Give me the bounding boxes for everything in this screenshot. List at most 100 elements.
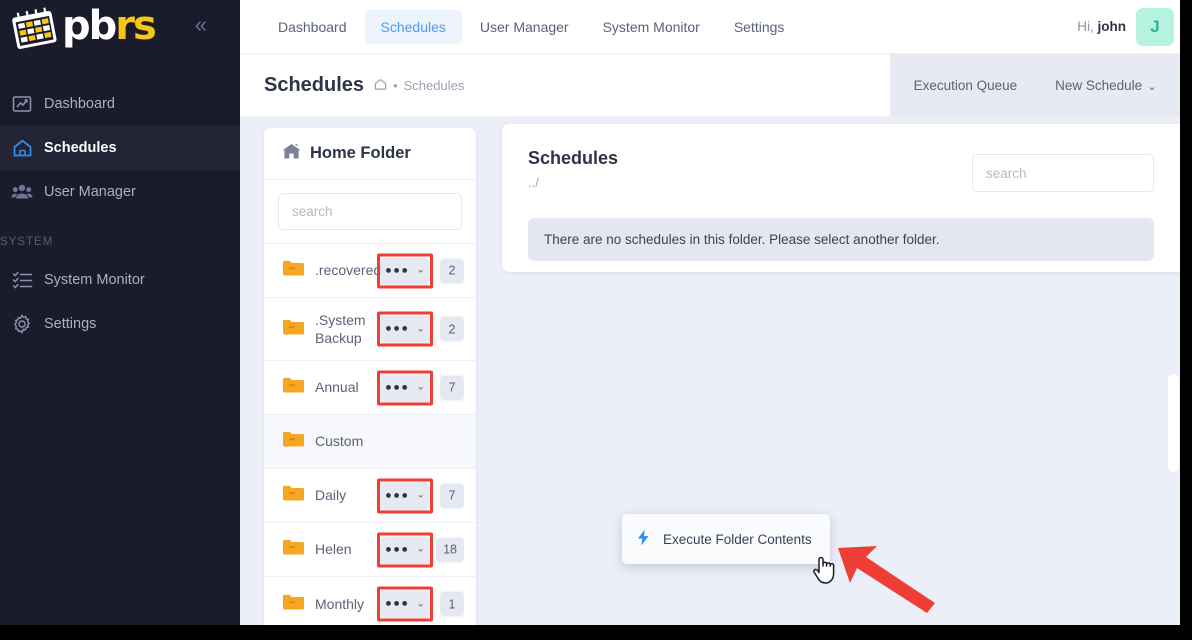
chevron-down-icon: ⌄ <box>416 598 425 609</box>
folder-icon <box>282 484 304 507</box>
folder-icon <box>282 430 304 453</box>
main-area: Dashboard Schedules User Manager System … <box>240 0 1180 625</box>
sidebar-item-schedules[interactable]: Schedules <box>0 126 240 170</box>
folder-icon <box>282 259 304 282</box>
folder-row[interactable]: .System Backup ●●● ⌄ 2 <box>264 298 476 361</box>
folder-row[interactable]: Daily ●●● ⌄ 7 <box>264 469 476 523</box>
folder-row[interactable]: Helen ●●● ⌄ 18 <box>264 523 476 577</box>
folder-icon <box>282 593 304 616</box>
folder-search-wrapper <box>264 180 476 244</box>
ellipsis-icon: ●●● <box>385 543 410 555</box>
folder-search-input[interactable] <box>278 193 462 230</box>
tab-dashboard[interactable]: Dashboard <box>262 10 363 44</box>
top-navigation-bar: Dashboard Schedules User Manager System … <box>240 0 1180 53</box>
sidebar-item-label: Settings <box>44 316 97 332</box>
new-schedule-label: New Schedule <box>1055 77 1143 93</box>
ellipsis-icon: ●●● <box>385 489 410 501</box>
folder-actions-dropdown-button[interactable]: ●●● ⌄ <box>381 590 429 618</box>
folder-row[interactable]: Annual ●●● ⌄ 7 <box>264 361 476 415</box>
folder-count-badge: 18 <box>436 537 464 562</box>
folder-count-badge: 2 <box>440 316 464 342</box>
sidebar-collapse-icon[interactable]: « <box>195 12 207 38</box>
user-area: Hi, john J <box>1077 0 1180 53</box>
schedules-panel: Schedules ../ There are no schedules in … <box>502 124 1180 272</box>
folder-panel-header: Home Folder <box>264 128 476 180</box>
home-icon <box>0 138 44 159</box>
pointing-hand-cursor-icon <box>812 554 836 591</box>
tab-system-monitor[interactable]: System Monitor <box>587 10 716 44</box>
chevron-down-icon: ⌄ <box>1147 80 1157 93</box>
folder-panel: Home Folder .recovered ●●● ⌄ 2 <box>264 128 476 625</box>
avatar[interactable]: J <box>1136 7 1174 46</box>
folder-row[interactable]: Monthly ●●● ⌄ 1 <box>264 577 476 625</box>
folder-actions-dropdown-button[interactable]: ●●● ⌄ <box>381 374 429 401</box>
greeting-prefix: Hi, <box>1077 19 1094 34</box>
folder-actions-dropdown-button[interactable]: ●●● ⌄ <box>381 315 429 343</box>
folder-name: Custom <box>315 433 364 450</box>
folder-count-badge: 7 <box>440 375 464 400</box>
greeting-text: Hi, john <box>1077 19 1126 34</box>
breadcrumb-current[interactable]: Schedules <box>404 78 465 93</box>
sidebar-item-system-monitor[interactable]: System Monitor <box>0 258 240 302</box>
logo-text-white: pb <box>62 3 117 49</box>
folder-actions-dropdown-button[interactable]: ●●● ⌄ <box>381 536 429 563</box>
chevron-down-icon: ⌄ <box>416 264 425 276</box>
folder-icon <box>282 318 304 341</box>
home-folder-icon <box>282 143 301 165</box>
folder-actions-dropdown-menu: Execute Folder Contents <box>622 514 830 564</box>
folder-row[interactable]: Custom <box>264 415 476 469</box>
content-area: Home Folder .recovered ●●● ⌄ 2 <box>240 116 1180 625</box>
folder-actions-dropdown-button[interactable]: ●●● ⌄ <box>381 482 429 509</box>
page-header-left: Schedules • Schedules <box>240 74 464 97</box>
logo-text-yellow: rs <box>115 3 157 49</box>
ellipsis-icon: ●●● <box>385 597 410 610</box>
application-window: pbrs « Dashboard Schedules User Manager … <box>0 0 1180 625</box>
sidebar: pbrs « Dashboard Schedules User Manager … <box>0 0 240 625</box>
annotation-arrow-icon <box>835 541 945 618</box>
sidebar-item-settings[interactable]: Settings <box>0 302 240 346</box>
sidebar-item-label: User Manager <box>44 184 136 200</box>
folder-row[interactable]: .recovered ●●● ⌄ 2 <box>264 244 476 298</box>
sidebar-item-user-manager[interactable]: User Manager <box>0 170 240 214</box>
sidebar-item-label: Schedules <box>44 140 117 156</box>
sidebar-item-label: System Monitor <box>44 272 145 288</box>
page-header-actions: Execution Queue New Schedule ⌄ <box>890 54 1180 116</box>
ellipsis-icon: ●●● <box>385 322 410 335</box>
logo-bar: pbrs « <box>0 0 240 56</box>
menu-item-execute-folder-contents[interactable]: Execute Folder Contents <box>622 522 830 556</box>
chevron-down-icon: ⌄ <box>416 323 425 334</box>
folder-count-badge: 7 <box>440 483 464 508</box>
folder-count-badge: 2 <box>440 258 464 283</box>
calendar-icon <box>12 7 57 49</box>
tab-schedules[interactable]: Schedules <box>364 9 462 44</box>
sidebar-section-label: SYSTEM <box>0 236 54 248</box>
chevron-down-icon: ⌄ <box>416 381 425 393</box>
tab-settings[interactable]: Settings <box>718 10 801 44</box>
breadcrumb-separator: • <box>393 78 398 93</box>
chart-line-icon <box>0 94 44 114</box>
ellipsis-icon: ●●● <box>385 381 410 393</box>
new-schedule-button[interactable]: New Schedule ⌄ <box>1055 78 1156 93</box>
menu-item-label: Execute Folder Contents <box>663 531 812 547</box>
sidebar-item-label: Dashboard <box>44 96 115 112</box>
logo-wordmark: pbrs <box>62 3 157 49</box>
users-icon <box>0 182 44 202</box>
tab-user-manager[interactable]: User Manager <box>464 10 585 44</box>
folder-count-badge: 1 <box>440 591 464 617</box>
page-title: Schedules <box>264 73 365 96</box>
folder-panel-title: Home Folder <box>310 144 411 162</box>
greeting-username: john <box>1097 19 1127 34</box>
folder-actions-dropdown-button[interactable]: ●●● ⌄ <box>381 257 429 284</box>
vertical-scrollbar[interactable] <box>1168 374 1179 472</box>
page-header: Schedules • Schedules Execution Queue Ne… <box>240 54 1180 116</box>
empty-state-message: There are no schedules in this folder. P… <box>528 218 1154 261</box>
folder-icon <box>282 376 304 399</box>
chevron-down-icon: ⌄ <box>416 543 425 555</box>
top-tabs: Dashboard Schedules User Manager System … <box>240 9 801 44</box>
schedules-search-input[interactable] <box>972 154 1154 192</box>
sidebar-item-dashboard[interactable]: Dashboard <box>0 82 240 126</box>
execution-queue-button[interactable]: Execution Queue <box>914 78 1018 93</box>
lightning-bolt-icon <box>636 529 651 549</box>
breadcrumb-home-icon[interactable] <box>374 78 387 94</box>
